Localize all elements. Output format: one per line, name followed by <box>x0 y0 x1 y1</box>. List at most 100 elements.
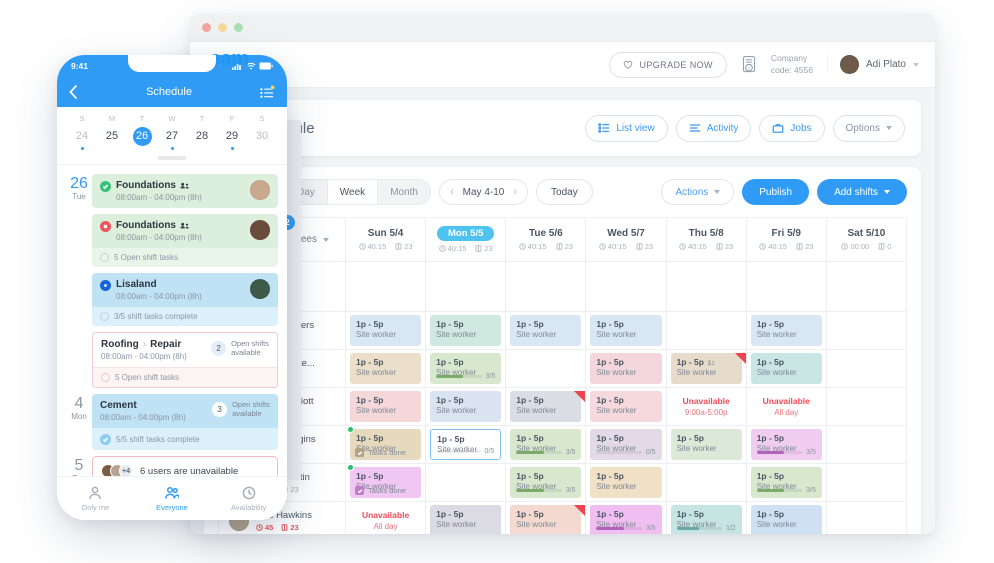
day-header-4[interactable]: Thu 5/8 40:15 23 <box>667 218 747 261</box>
prev-week-button[interactable]: ‹ <box>450 186 454 198</box>
day-header-5[interactable]: Fri 5/9 40:15 23 <box>747 218 827 261</box>
phone-day-1[interactable]: 25 <box>97 127 127 150</box>
add-shifts-button[interactable]: Add shifts <box>817 179 907 205</box>
shift-chip[interactable]: 1p - 5p Site worker <box>590 353 662 384</box>
shift-chip[interactable]: 1p - 5p Site worker <box>430 391 502 422</box>
agenda-item-cement[interactable]: 4 Mon Cement 08:00am - 04:00pm (8h) 3 Open sh… <box>57 394 287 456</box>
shift-cell-1-2[interactable] <box>506 350 587 387</box>
shift-cell-5-2[interactable]: 1p - 5p Site worker <box>506 502 587 534</box>
shift-cell-2-0[interactable]: 1p - 5p Site worker <box>346 388 427 425</box>
shift-cell-2-3[interactable]: 1p - 5p Site worker <box>586 388 667 425</box>
open-shift-cell-4[interactable] <box>667 262 747 311</box>
maximize-icon[interactable] <box>234 23 243 32</box>
drag-handle[interactable] <box>158 156 186 160</box>
shift-cell-2-4[interactable]: Unavailable 9:00a-5:00p <box>667 388 747 425</box>
shift-cell-2-1[interactable]: 1p - 5p Site worker <box>426 388 507 425</box>
shift-chip[interactable]: 1p - 5p Site worker <box>590 467 662 498</box>
agenda-item[interactable]: Foundations 08:00am - 04:00pm (8h) 5 Open … <box>57 214 287 273</box>
agenda-item-open-shifts[interactable]: Roofing › Repair 08:00am - 04:00pm (8h) 2 Ope… <box>57 332 287 394</box>
user-menu[interactable]: Adi Plato <box>826 55 919 74</box>
shift-cell-1-6[interactable] <box>827 350 906 387</box>
shift-chip[interactable]: 1p - 5p Site worker <box>350 391 422 422</box>
shift-cell-3-6[interactable] <box>827 426 906 463</box>
day-header-1[interactable]: Mon 5/5 40:15 23 <box>426 218 507 261</box>
phone-day-0[interactable]: 24 <box>67 127 97 150</box>
shift-cell-4-4[interactable] <box>667 464 747 501</box>
shift-cell-0-2[interactable]: 1p - 5p Site worker <box>506 312 587 349</box>
shift-cell-5-4[interactable]: 1p - 5p Site worker 1/2 <box>667 502 747 534</box>
shift-chip[interactable]: 1p - 5p Site worker 3/5 <box>590 505 662 534</box>
shift-chip[interactable]: 1p - 5p Site worker <box>750 505 822 534</box>
open-shift-cell-2[interactable] <box>506 262 587 311</box>
shift-chip[interactable]: 1p - 5p Site worker 3/5 <box>750 429 822 460</box>
shift-cell-1-0[interactable]: 1p - 5p Site worker <box>346 350 427 387</box>
shift-cell-0-0[interactable]: 1p - 5p Site worker <box>346 312 427 349</box>
shift-cell-4-5[interactable]: 1p - 5p Site worker 3/5 <box>747 464 827 501</box>
list-view-button[interactable]: List view <box>585 114 668 142</box>
shift-cell-5-5[interactable]: 1p - 5p Site worker <box>747 502 827 534</box>
shift-chip[interactable]: 1p - 5p Site worker <box>590 315 662 346</box>
shift-cell-0-6[interactable] <box>827 312 906 349</box>
shift-chip[interactable]: 1p - 5p Site worker Tasks done <box>350 467 422 498</box>
phone-nav-2[interactable]: Availability <box>210 486 287 512</box>
shift-chip[interactable]: 1p - 5p Site worker Tasks done <box>350 429 422 460</box>
activity-button[interactable]: Activity <box>675 114 752 142</box>
day-header-3[interactable]: Wed 5/7 40:15 23 <box>586 218 667 261</box>
view-mode-switch[interactable]: Day Week Month <box>284 179 431 205</box>
shift-cell-0-4[interactable] <box>667 312 747 349</box>
shift-chip[interactable]: 1p - 5p Site worker 3/5 <box>510 429 582 460</box>
shift-chip[interactable]: 1p - 5p Site worker 1/2 <box>670 505 742 534</box>
shift-cell-1-3[interactable]: 1p - 5p Site worker <box>586 350 667 387</box>
shift-cell-1-5[interactable]: 1p - 5p Site worker <box>747 350 827 387</box>
help-center-icon[interactable]: ? <box>741 55 757 74</box>
phone-day-2[interactable]: 26 <box>127 127 157 150</box>
shift-cell-1-4[interactable]: 1p - 5p Site worker <box>667 350 747 387</box>
shift-chip[interactable]: 1p - 5p Site worker <box>510 315 582 346</box>
shift-cell-4-0[interactable]: 1p - 5p Site worker Tasks done <box>346 464 427 501</box>
shift-cell-3-0[interactable]: 1p - 5p Site worker Tasks done <box>346 426 427 463</box>
shift-cell-1-1[interactable]: 1p - 5p Site worker 3/5 <box>426 350 507 387</box>
phone-day-6[interactable]: 30 <box>247 127 277 150</box>
shift-cell-3-1[interactable]: 1p - 5p Site worker 0/5 <box>426 426 507 463</box>
shift-chip[interactable]: 1p - 5p Site worker <box>510 505 582 534</box>
jobs-button[interactable]: Jobs <box>759 114 825 142</box>
agenda-item[interactable]: 26 Tue Foundations 08:00am - 04:00pm (8h) <box>57 174 287 214</box>
shift-cell-2-5[interactable]: Unavailable All day <box>747 388 827 425</box>
shift-chip[interactable]: 1p - 5p Site worker 0/5 <box>430 429 502 460</box>
shift-chip[interactable]: 1p - 5p Site worker <box>430 505 502 534</box>
shift-cell-3-3[interactable]: 1p - 5p Site worker 0/5 <box>586 426 667 463</box>
shift-cell-4-2[interactable]: 1p - 5p Site worker 3/5 <box>506 464 587 501</box>
view-mode-week[interactable]: Week <box>326 180 379 204</box>
day-header-2[interactable]: Tue 5/6 40:15 23 <box>506 218 587 261</box>
shift-cell-5-1[interactable]: 1p - 5p Site worker <box>426 502 507 534</box>
phone-day-4[interactable]: 28 <box>187 127 217 150</box>
close-icon[interactable] <box>202 23 211 32</box>
shift-cell-5-6[interactable] <box>827 502 906 534</box>
shift-cell-2-2[interactable]: 1p - 5p Site worker <box>506 388 587 425</box>
shift-cell-0-5[interactable]: 1p - 5p Site worker <box>747 312 827 349</box>
shift-chip[interactable]: 1p - 5p Site worker <box>510 391 582 422</box>
agenda-item[interactable]: Lisaland 08:00am - 04:00pm (8h) 3/5 shift … <box>57 273 287 332</box>
list-menu-icon[interactable] <box>260 85 275 99</box>
open-shift-cell-6[interactable] <box>827 262 906 311</box>
phone-day-5[interactable]: 29 <box>217 127 247 150</box>
shift-cell-0-3[interactable]: 1p - 5p Site worker <box>586 312 667 349</box>
open-shift-cell-3[interactable] <box>586 262 667 311</box>
shift-chip[interactable]: 1p - 5p Site worker 0/5 <box>590 429 662 460</box>
shift-chip[interactable]: 1p - 5p Site worker <box>670 429 742 460</box>
day-header-0[interactable]: Sun 5/4 40:15 23 <box>346 218 427 261</box>
shift-cell-4-6[interactable] <box>827 464 906 501</box>
shift-cell-4-1[interactable] <box>426 464 507 501</box>
shift-chip[interactable]: 1p - 5p Site worker 3/5 <box>510 467 582 498</box>
shift-cell-2-6[interactable] <box>827 388 906 425</box>
shift-cell-3-5[interactable]: 1p - 5p Site worker 3/5 <box>747 426 827 463</box>
shift-cell-0-1[interactable]: 1p - 5p Site worker <box>426 312 507 349</box>
shift-chip[interactable]: 1p - 5p Site worker <box>350 353 422 384</box>
shift-cell-3-4[interactable]: 1p - 5p Site worker <box>667 426 747 463</box>
chevron-left-icon[interactable] <box>69 85 78 99</box>
options-button[interactable]: Options <box>832 114 905 142</box>
shift-cell-3-2[interactable]: 1p - 5p Site worker 3/5 <box>506 426 587 463</box>
shift-chip[interactable]: 1p - 5p Site worker <box>590 391 662 422</box>
open-shift-cell-1[interactable] <box>426 262 507 311</box>
day-header-6[interactable]: Sat 5/10 00:00 0 <box>827 218 906 261</box>
